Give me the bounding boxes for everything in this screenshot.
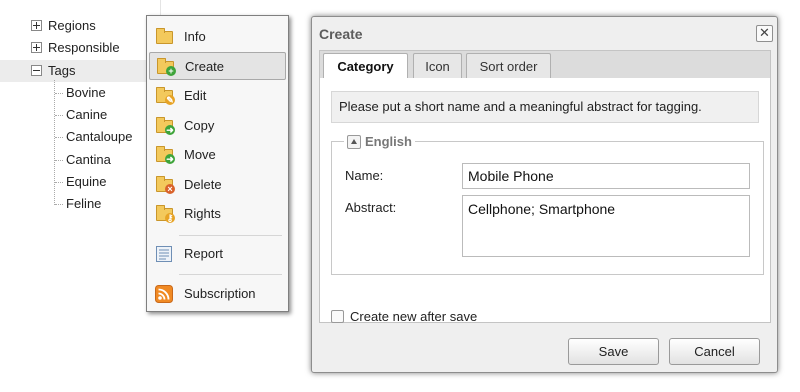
expand-plus-icon[interactable] bbox=[31, 20, 42, 32]
report-icon bbox=[155, 245, 175, 263]
menu-item-create[interactable]: + Create bbox=[149, 52, 286, 80]
tree-node-cantaloupe[interactable]: Cantaloupe bbox=[66, 126, 133, 148]
tree-node-label: Regions bbox=[48, 18, 96, 33]
save-button[interactable]: Save bbox=[568, 338, 659, 365]
tree-connector-line bbox=[55, 93, 63, 94]
tab-icon[interactable]: Icon bbox=[413, 53, 462, 79]
expand-plus-icon[interactable] bbox=[31, 42, 42, 54]
tree-node-cantina[interactable]: Cantina bbox=[66, 149, 111, 171]
name-input[interactable]: Mobile Phone bbox=[462, 163, 750, 189]
tree-node-equine[interactable]: Equine bbox=[66, 171, 106, 193]
cancel-button[interactable]: Cancel bbox=[669, 338, 760, 365]
tree-connector-line bbox=[55, 204, 63, 205]
create-new-option[interactable]: Create new after save bbox=[331, 309, 477, 325]
tree-connector-line bbox=[54, 80, 55, 205]
folder-icon bbox=[155, 28, 175, 46]
tree-node-bovine[interactable]: Bovine bbox=[66, 82, 106, 104]
folder-add-icon: + bbox=[156, 58, 176, 76]
tree-node-tags[interactable]: Tags bbox=[0, 60, 160, 82]
folder-delete-icon: × bbox=[155, 176, 175, 194]
menu-item-subscription[interactable]: Subscription bbox=[149, 280, 286, 308]
tree-connector-line bbox=[55, 137, 63, 138]
close-icon[interactable]: ✕ bbox=[756, 25, 773, 42]
tree-connector-line bbox=[55, 115, 63, 116]
folder-copy-icon: ➜ bbox=[155, 117, 175, 135]
menu-item-label: Info bbox=[184, 29, 206, 44]
tree-node-canine[interactable]: Canine bbox=[66, 104, 107, 126]
category-tree: Regions Responsible Tags Bovine Canine C… bbox=[0, 0, 161, 265]
menu-item-copy[interactable]: ➜ Copy bbox=[149, 112, 286, 140]
rss-icon bbox=[155, 285, 175, 303]
menu-item-label: Rights bbox=[184, 206, 221, 221]
menu-item-info[interactable]: Info bbox=[149, 23, 286, 51]
create-new-label: Create new after save bbox=[350, 309, 478, 324]
menu-separator bbox=[179, 274, 282, 275]
tree-connector-line bbox=[55, 160, 63, 161]
create-dialog: Create ✕ Category Icon Sort order Please… bbox=[311, 16, 778, 373]
menu-item-move[interactable]: ➜ Move bbox=[149, 141, 286, 169]
collapse-up-icon[interactable] bbox=[347, 134, 361, 149]
info-message: Please put a short name and a meaningful… bbox=[331, 91, 759, 123]
menu-item-rights[interactable]: ⚷ Rights bbox=[149, 200, 286, 228]
english-section: English Name: Mobile Phone Abstract: Cel… bbox=[331, 133, 764, 275]
abstract-label: Abstract: bbox=[345, 200, 397, 215]
menu-item-delete[interactable]: × Delete bbox=[149, 171, 286, 199]
tab-category[interactable]: Category bbox=[323, 53, 408, 80]
menu-item-label: Delete bbox=[184, 177, 222, 192]
menu-item-label: Subscription bbox=[184, 286, 256, 301]
tree-connector-line bbox=[55, 182, 63, 183]
create-new-checkbox[interactable] bbox=[331, 310, 344, 324]
menu-item-label: Copy bbox=[184, 118, 215, 133]
folder-rights-icon: ⚷ bbox=[155, 205, 175, 223]
tab-bar: Category Icon Sort order bbox=[319, 50, 771, 80]
tree-node-feline[interactable]: Feline bbox=[66, 193, 101, 215]
menu-item-label: Edit bbox=[184, 88, 207, 103]
menu-item-label: Report bbox=[184, 246, 224, 261]
tree-node-regions[interactable]: Regions bbox=[31, 15, 96, 37]
section-title: English bbox=[365, 134, 412, 149]
section-legend: English bbox=[344, 133, 415, 151]
context-menu: Info + Create ✎ Edit ➜ Copy ➜ Move × Del… bbox=[146, 15, 289, 312]
name-label: Name: bbox=[345, 168, 384, 183]
tree-node-label: Tags bbox=[48, 63, 76, 78]
menu-item-label: Move bbox=[184, 147, 216, 162]
tree-node-label: Responsible bbox=[48, 40, 120, 55]
menu-item-report[interactable]: Report bbox=[149, 240, 286, 268]
dialog-title: Create bbox=[319, 26, 363, 42]
tab-sort-order[interactable]: Sort order bbox=[466, 53, 551, 79]
tree-node-responsible[interactable]: Responsible bbox=[31, 37, 120, 59]
menu-separator bbox=[179, 235, 282, 236]
menu-item-edit[interactable]: ✎ Edit bbox=[149, 82, 286, 110]
folder-move-icon: ➜ bbox=[155, 146, 175, 164]
abstract-textarea[interactable]: Cellphone; Smartphone bbox=[462, 195, 750, 257]
collapse-minus-icon[interactable] bbox=[31, 65, 42, 77]
menu-item-label: Create bbox=[185, 59, 225, 74]
folder-edit-icon: ✎ bbox=[155, 87, 175, 105]
tab-content: Please put a short name and a meaningful… bbox=[319, 78, 771, 325]
